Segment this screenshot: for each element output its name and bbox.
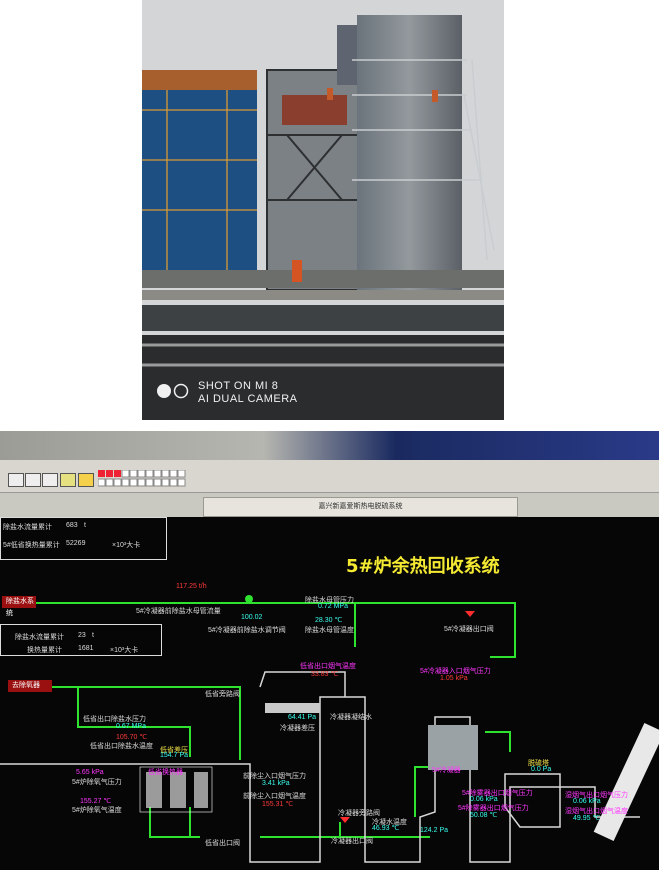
hx-label-1: 低省换热器 [148, 769, 183, 776]
low-save-outlet-pressure-value: 0.67 MPa [116, 723, 146, 730]
condenser-water-value: 46.93 ℃ [372, 825, 400, 832]
condenser-pressure-title: 冷凝器差压 [280, 725, 315, 732]
tag-deaerator[interactable]: 去除氧器 [8, 680, 52, 692]
toolbar-icon-2[interactable] [25, 473, 41, 487]
low-save-bottom: 低省出口阀 [205, 840, 240, 847]
toolbar-icon-5[interactable] [78, 473, 94, 487]
pressure-value: 0.72 MPa [318, 603, 348, 610]
process-diagram [0, 595, 659, 863]
camera-logo-icon [157, 383, 189, 399]
desulfur-value: 0.0 Pa [531, 766, 552, 773]
right-pressure-1-value: 0.06 kPa [470, 796, 498, 803]
toolbar-icon-3[interactable] [42, 473, 58, 487]
dust-pressure-title: 5#炉除氧气压力 [72, 779, 122, 786]
caption-line-2: AI DUAL CAMERA [198, 393, 298, 405]
toolbar-swatch-grid [97, 469, 193, 495]
dust-temp-title: 5#炉除氧气温度 [72, 807, 122, 814]
right-pressure-2-value: 50.08 ℃ [470, 812, 498, 819]
toolbar-icon-1[interactable] [8, 473, 24, 487]
hx-label-2: 5#冷凝器 [432, 767, 461, 774]
window-title-bar: 嘉兴新嘉爱斯热电脱硫系统 [203, 497, 518, 517]
condenser-water-pressure-value: 124.2 Pa [420, 827, 449, 834]
mid-row2-value: 1681 [78, 645, 94, 652]
condenser-bypass: 冷凝器旁路阀 [338, 810, 380, 817]
mid-row1-unit: t [92, 632, 94, 639]
flue-inlet-temp-value: 155.31 ℃ [262, 801, 294, 808]
dust-temp-value: 155.27 ℃ [80, 798, 112, 805]
condenser-header: 冷凝器凝结水 [330, 714, 372, 721]
monitor-bezel [0, 431, 659, 461]
valve-1-value: 100.02 [241, 614, 263, 621]
caption-line-1: SHOT ON MI 8 [198, 380, 279, 392]
low-save-bypass: 低省旁路阀 [205, 691, 240, 698]
plant-structure-image [142, 0, 504, 420]
flow-rate: 117.25 t/h [176, 583, 207, 590]
tag-desalted-water[interactable]: 除盐水系统 [2, 596, 36, 617]
condenser-outlet-label: 冷凝器出口阀 [331, 838, 373, 845]
temp-value: 28.30 ℃ [315, 617, 343, 624]
right-box-2-value: 49.95 ℃ [573, 815, 601, 822]
mid-row1-value: 23 [78, 632, 86, 639]
flow-label: 5#冷凝器前除盐水母管流量 [136, 608, 221, 615]
low-save-diff-value: 154.7 Pa [160, 752, 189, 759]
mid-row1-label: 除盐水流量累计 [15, 634, 64, 641]
condenser-inlet-value: 1.05 kPa [440, 675, 468, 682]
valve-1-label: 5#冷凝器前除盐水调节阀 [208, 627, 286, 634]
camera-watermark: SHOT ON MI 8 AI DUAL CAMERA [157, 380, 298, 406]
condenser-pressure-value: 64.41 Pa [288, 714, 317, 721]
toolbar-icon-4[interactable] [60, 473, 76, 487]
hmi-toolbar [0, 460, 659, 493]
smoke-outlet-temp: 33.83 ℃ [311, 671, 339, 678]
right-box-1-value: 0.06 kPa [573, 798, 601, 805]
dust-pressure-value: 5.65 kPa [76, 769, 104, 776]
mid-row2-label: 换热量累计 [27, 647, 62, 654]
low-save-outlet-temp-title: 低省出口除盐水温度 [90, 743, 153, 750]
outlet-valve: 5#冷凝器出口阀 [444, 626, 494, 633]
industrial-photo: SHOT ON MI 8 AI DUAL CAMERA [142, 0, 504, 420]
temp-title: 除盐水母管温度 [305, 627, 354, 634]
flue-inlet-pressure-value: 3.41 kPa [262, 780, 290, 787]
mid-row2-unit: ×10³大卡 [110, 647, 139, 654]
low-save-outlet-temp: 105.70 ℃ [116, 734, 148, 741]
